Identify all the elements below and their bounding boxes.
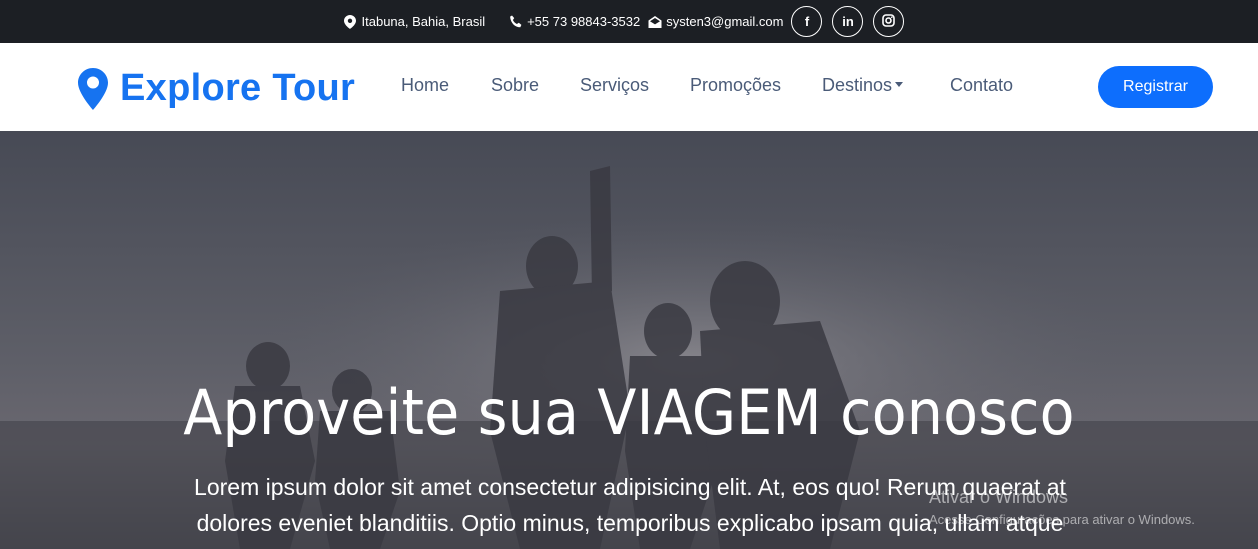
hero-title: Aproveite sua VIAGEM conosco xyxy=(183,376,1075,449)
windows-activation-title: Ativar o Windows xyxy=(929,487,1069,507)
facebook-icon: f xyxy=(804,14,810,29)
nav-destinos-dropdown[interactable]: Destinos xyxy=(822,75,904,96)
phone-info: +55 73 98843-3532 xyxy=(509,14,640,29)
facebook-link[interactable]: f xyxy=(791,6,823,37)
email-info: systen3@gmail.com xyxy=(648,14,783,29)
top-bar: Itabuna, Bahia, Brasil +55 73 98843-3532… xyxy=(0,0,1258,43)
register-button[interactable]: Registrar xyxy=(1098,66,1213,108)
phone-text: +55 73 98843-3532 xyxy=(527,14,641,29)
caret-down-icon xyxy=(895,82,904,87)
hero-section: Aproveite sua VIAGEM conosco Lorem ipsum… xyxy=(0,131,1258,549)
envelope-open-icon xyxy=(648,15,662,29)
phone-icon xyxy=(509,15,523,29)
map-pin-icon xyxy=(78,67,108,110)
brand-logo[interactable]: Explore Tour xyxy=(78,67,355,110)
brand-name: Explore Tour xyxy=(120,67,356,109)
instagram-icon xyxy=(882,13,896,30)
instagram-link[interactable] xyxy=(873,6,905,37)
location-text: Itabuna, Bahia, Brasil xyxy=(361,14,486,29)
nav-contato[interactable]: Contato xyxy=(950,75,1013,96)
linkedin-icon: in xyxy=(842,14,854,29)
linkedin-link[interactable]: in xyxy=(832,6,864,37)
navbar: Explore Tour Home Sobre Serviços Promoçõ… xyxy=(0,43,1258,131)
map-marker-icon xyxy=(343,14,358,29)
nav-promocoes[interactable]: Promoções xyxy=(690,75,781,96)
email-text: systen3@gmail.com xyxy=(666,14,784,29)
nav-sobre[interactable]: Sobre xyxy=(491,75,539,96)
nav-home[interactable]: Home xyxy=(401,75,449,96)
nav-destinos-label: Destinos xyxy=(822,75,893,95)
windows-activation-subtitle: Acesse Configurações para ativar o Windo… xyxy=(929,512,1195,527)
location-info: Itabuna, Bahia, Brasil xyxy=(343,14,486,29)
nav-servicos[interactable]: Serviços xyxy=(580,75,649,96)
